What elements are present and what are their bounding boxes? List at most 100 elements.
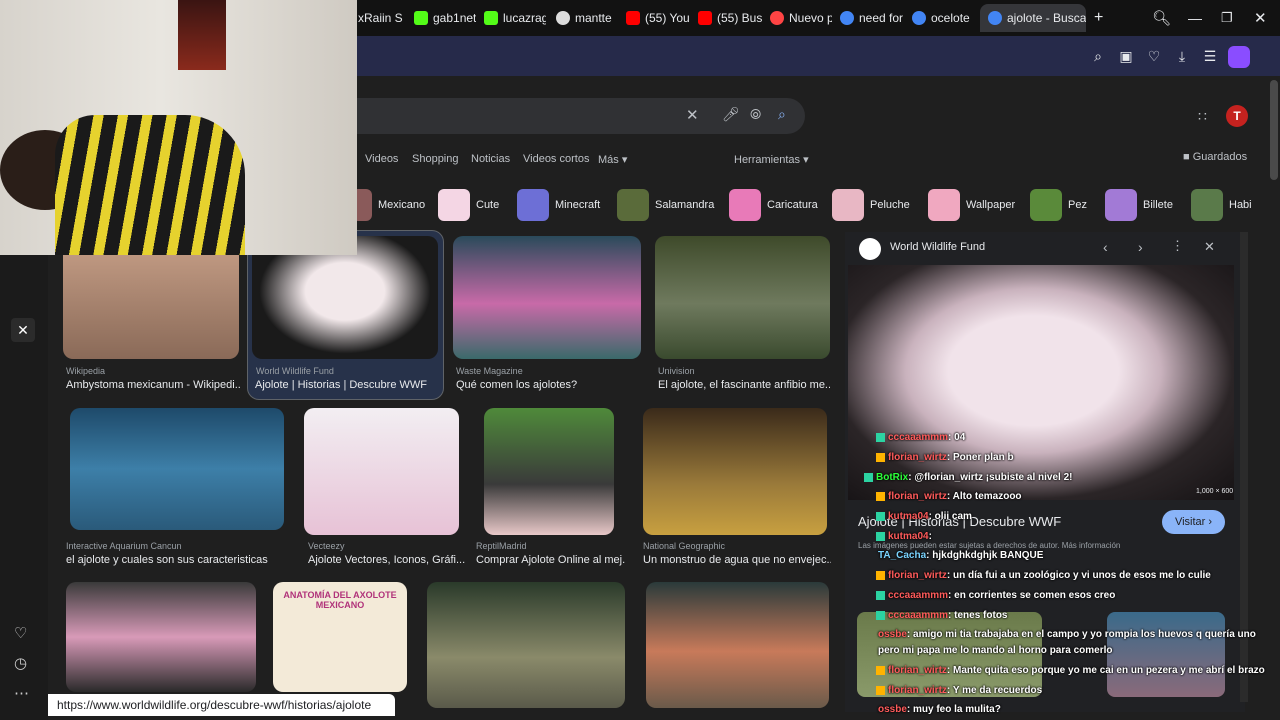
related-image[interactable] bbox=[1107, 612, 1225, 697]
chat-user: cccaaammm bbox=[888, 432, 949, 443]
result-image[interactable] bbox=[70, 408, 284, 530]
microphone-icon[interactable]: 🎤︎ bbox=[722, 106, 740, 123]
chat-user: florian_wirtz bbox=[888, 491, 947, 502]
chip-minecraft[interactable]: Minecraft bbox=[517, 188, 601, 222]
chat-message: florian_wirtz: Alto temazooo bbox=[876, 491, 1022, 502]
chip-thumb bbox=[438, 189, 470, 221]
more-options-icon[interactable]: ⋮ bbox=[1171, 238, 1184, 254]
download-icon[interactable]: ⤓ bbox=[1174, 48, 1190, 64]
result-image[interactable] bbox=[66, 582, 256, 692]
chat-user: cccaaammm bbox=[888, 610, 949, 621]
heart-icon[interactable]: ♡ bbox=[1146, 48, 1162, 64]
browser-tab[interactable]: need for bbox=[840, 4, 904, 32]
maximize-icon[interactable]: ❐ bbox=[1221, 4, 1233, 32]
result-image[interactable]: ANATOMÍA DEL AXOLOTE MEXICANO bbox=[273, 582, 407, 692]
result-image[interactable] bbox=[427, 582, 625, 708]
previous-icon[interactable]: ‹ bbox=[1103, 239, 1108, 255]
menu-icon[interactable]: ☰ bbox=[1202, 48, 1218, 64]
result-image[interactable] bbox=[655, 236, 830, 359]
next-icon[interactable]: › bbox=[1138, 239, 1143, 255]
result-caption[interactable]: Qué comen los ajolotes? bbox=[456, 379, 641, 391]
tab-more[interactable]: Más ▾ bbox=[598, 153, 627, 166]
result-image[interactable] bbox=[453, 236, 641, 359]
apps-grid-icon[interactable]: ∷ bbox=[1198, 108, 1207, 125]
chat-user: florian_wirtz bbox=[888, 685, 947, 696]
saved-button[interactable]: ■ Guardados bbox=[1183, 151, 1247, 163]
account-avatar[interactable]: T bbox=[1226, 105, 1248, 127]
browser-tab-active[interactable]: ajolote - Buscar bbox=[980, 4, 1086, 32]
browser-tab[interactable]: ocelote bbox=[912, 4, 974, 32]
chat-message: cccaaammm: tenes fotos bbox=[876, 610, 1008, 621]
browser-tab[interactable]: mantte bbox=[556, 4, 618, 32]
chip-pez[interactable]: Pez bbox=[1030, 188, 1087, 222]
chat-message: ossbe: muy feo la mulita? bbox=[878, 704, 1001, 715]
chip-label: Peluche bbox=[870, 199, 910, 211]
browser-tab[interactable]: (55) Busc bbox=[698, 4, 762, 32]
heart-icon[interactable]: ♡ bbox=[14, 624, 27, 642]
chip-caricatura[interactable]: Caricatura bbox=[729, 188, 818, 222]
badge-icon bbox=[876, 570, 885, 580]
tab-videos[interactable]: Videos bbox=[365, 153, 398, 165]
chip-label: Habi bbox=[1229, 199, 1252, 211]
tools-button[interactable]: Herramientas ▾ bbox=[734, 153, 809, 166]
result-caption[interactable]: El ajolote, el fascinante anfibio me... bbox=[658, 379, 830, 391]
close-preview-icon[interactable]: ✕ bbox=[1204, 239, 1215, 255]
badge-icon bbox=[864, 472, 873, 482]
search-tabs-icon[interactable]: 🔍︎ bbox=[1152, 4, 1171, 32]
browser-tab[interactable]: Nuevo p bbox=[770, 4, 832, 32]
search-icon[interactable]: ⌕ bbox=[778, 106, 786, 123]
browser-tab[interactable]: (55) You bbox=[626, 4, 690, 32]
result-image[interactable] bbox=[643, 408, 827, 535]
google-icon bbox=[912, 11, 926, 25]
browser-tab[interactable]: lucazrag bbox=[484, 4, 546, 32]
result-caption[interactable]: Ajolote Vectores, Iconos, Gráfi... bbox=[308, 554, 468, 566]
chip-label: Caricatura bbox=[767, 199, 818, 211]
chat-message: kutma04: bbox=[876, 531, 932, 542]
chat-user: kutma04 bbox=[888, 531, 929, 542]
result-caption[interactable]: Un monstruo de agua que no envejec... bbox=[643, 554, 831, 566]
bookmark-icon: ■ bbox=[1183, 151, 1190, 163]
search-input[interactable]: ✕ 🎤︎ ⦾ ⌕ bbox=[300, 98, 805, 134]
chip-cute[interactable]: Cute bbox=[438, 188, 500, 222]
result-image[interactable] bbox=[304, 408, 459, 535]
chip-label: Salamandra bbox=[655, 199, 715, 211]
result-image[interactable] bbox=[484, 408, 614, 535]
chip-salamandra[interactable]: Salamandra bbox=[617, 188, 715, 222]
browser-tab[interactable]: gab1net bbox=[414, 4, 476, 32]
more-icon[interactable]: ⋯ bbox=[14, 684, 29, 702]
camera-icon[interactable]: ▣ bbox=[1118, 48, 1134, 64]
chip-habitat[interactable]: Habi bbox=[1191, 188, 1255, 222]
preview-source[interactable]: World Wildlife Fund bbox=[890, 241, 985, 253]
chip-billete[interactable]: Billete bbox=[1105, 188, 1173, 222]
x-icon[interactable]: ✕ bbox=[11, 318, 35, 342]
chip-wallpaper[interactable]: Wallpaper bbox=[928, 188, 1016, 222]
zoom-icon[interactable]: ⌕ bbox=[1090, 48, 1106, 64]
chip-mexicano[interactable]: Mexicano bbox=[352, 188, 426, 222]
preview-image[interactable] bbox=[848, 265, 1234, 500]
result-caption[interactable]: el ajolote y cuales son sus caracteristi… bbox=[66, 554, 286, 566]
tab-short-videos[interactable]: Videos cortos bbox=[523, 153, 589, 165]
result-caption[interactable]: Ajolote | Historias | Descubre WWF bbox=[255, 379, 440, 391]
result-source: World Wildlife Fund bbox=[256, 366, 334, 376]
chat-user: ossbe bbox=[878, 704, 907, 715]
browser-tab[interactable]: xRaiin S bbox=[358, 4, 408, 32]
result-caption[interactable]: Ambystoma mexicanum - Wikipedi... bbox=[66, 379, 241, 391]
minimize-icon[interactable]: — bbox=[1188, 4, 1202, 32]
page-scrollbar[interactable] bbox=[1270, 80, 1278, 180]
chip-peluche[interactable]: Peluche bbox=[832, 188, 910, 222]
chat-user: cccaaammm bbox=[888, 590, 949, 601]
tab-shopping[interactable]: Shopping bbox=[412, 153, 459, 165]
new-tab-button[interactable]: + bbox=[1094, 4, 1110, 32]
result-image[interactable] bbox=[646, 582, 829, 708]
visit-button[interactable]: Visitar › bbox=[1162, 510, 1225, 534]
result-caption[interactable]: Comprar Ajolote Online al mej... bbox=[476, 554, 626, 566]
profile-button[interactable] bbox=[1228, 46, 1250, 68]
chat-message: kutma04: olii cam bbox=[876, 511, 972, 522]
tab-news[interactable]: Noticias bbox=[471, 153, 510, 165]
youtube-icon bbox=[698, 11, 712, 25]
history-icon[interactable]: ◷ bbox=[14, 654, 27, 672]
close-window-icon[interactable]: ✕ bbox=[1254, 4, 1267, 32]
lens-icon[interactable]: ⦾ bbox=[750, 106, 761, 123]
clear-icon[interactable]: ✕ bbox=[686, 106, 699, 124]
chat-message: ossbe: amigo mi tia trabajaba en el camp… bbox=[878, 629, 1256, 640]
